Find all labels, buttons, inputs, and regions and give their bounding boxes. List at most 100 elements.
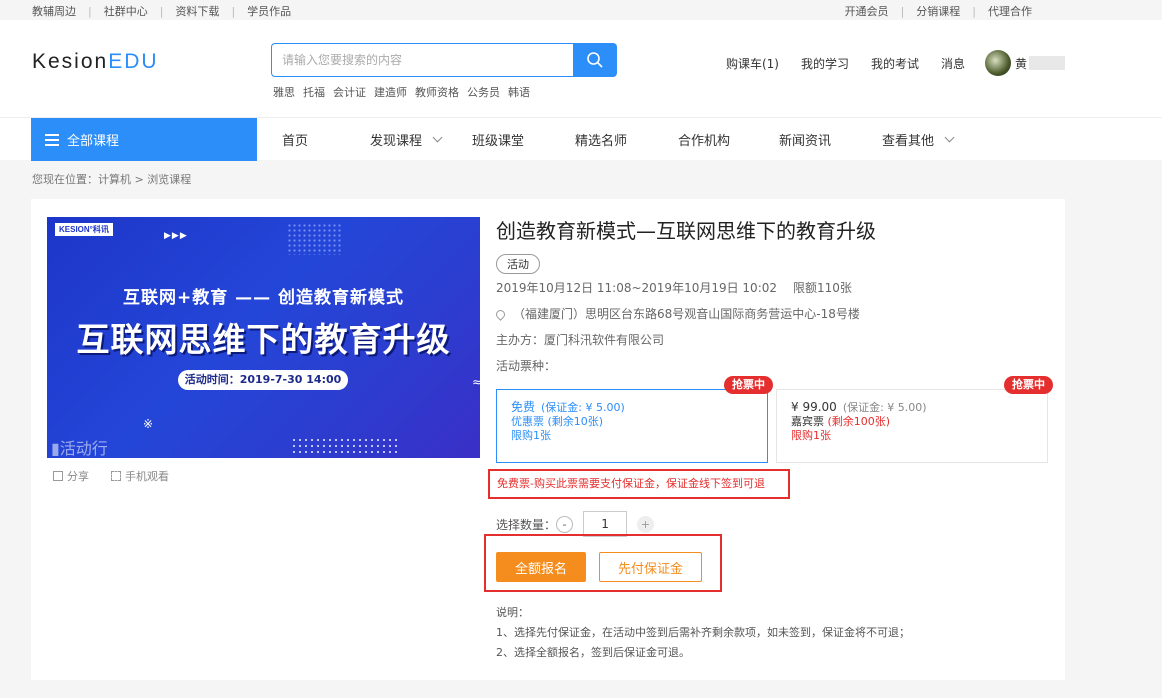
topbar-link-works[interactable]: 学员作品	[247, 3, 291, 19]
event-location: （福建厦门）思明区台东路68号观音山国际商务营运中心-18号楼	[513, 307, 860, 321]
hotword[interactable]: 托福	[303, 84, 325, 100]
search-button[interactable]	[573, 43, 617, 77]
username-redacted	[1029, 56, 1065, 70]
my-exams-link[interactable]: 我的考试	[871, 55, 919, 72]
hotword[interactable]: 教师资格	[415, 84, 459, 100]
ticket-kind: 嘉宾票	[791, 415, 824, 428]
hotword[interactable]: 建造师	[374, 84, 407, 100]
banner-subtitle: 互联网+教育 —— 创造教育新模式	[122, 288, 405, 308]
banner-watermark: ▮活动行	[51, 439, 108, 458]
hotword[interactable]: 会计证	[333, 84, 366, 100]
event-detail-card: KESION°科讯 ▶▶▶ 互联网+教育 —— 创造教育新模式 互联网思维下的教…	[31, 199, 1065, 680]
hotword[interactable]: 韩语	[508, 84, 530, 100]
decorative-dots	[287, 223, 343, 255]
messages-link[interactable]: 消息	[941, 55, 965, 72]
nav-links: 首页 发现课程 班级课堂 精选名师 合作机构 新闻资讯 查看其他	[282, 118, 955, 161]
ticket-status-badge: 抢票中	[724, 376, 773, 394]
all-courses-label: 全部课程	[67, 134, 120, 149]
cart-link[interactable]: 购课车(1)	[726, 55, 779, 72]
event-date-range: 2019年10月12日 11:08~2019年10月19日 10:02	[496, 281, 778, 295]
arrows-icon: ▶▶▶	[164, 231, 188, 241]
deposit-notice: 免费票-购买此票需要支付保证金，保证金线下签到可退	[488, 469, 790, 499]
ticket-remaining: (剩余10张)	[547, 415, 604, 428]
breadcrumb: 您现在位置：计算机 > 浏览课程	[32, 173, 192, 186]
ticket-kind: 优惠票	[511, 415, 544, 428]
event-organizer: 主办方：厦门科汛软件有限公司	[496, 333, 665, 347]
ticket-remaining: (剩余100张)	[827, 415, 891, 428]
all-courses-button[interactable]: 全部课程	[31, 118, 257, 161]
ticket-type-label: 活动票种：	[496, 359, 557, 373]
banner-headline: 互联网思维下的教育升级	[76, 320, 451, 359]
topbar-link-tutoring[interactable]: 教辅周边	[32, 3, 76, 19]
share-icon	[53, 471, 63, 481]
ticket-option-free[interactable]: 抢票中 免费 (保证金: ¥ 5.00) 优惠票 (剩余10张) 限购1张	[496, 376, 773, 463]
chevron-down-icon	[432, 132, 443, 143]
qrcode-icon	[111, 471, 121, 481]
search-icon	[587, 52, 603, 68]
topbar-link-agent[interactable]: 代理合作	[988, 3, 1032, 19]
divider: |	[900, 4, 905, 18]
event-tag: 活动	[496, 254, 540, 274]
ticket-price: ¥ 99.00	[791, 400, 837, 414]
search-bar	[271, 43, 617, 77]
quantity-label: 选择数量：	[496, 517, 557, 532]
user-nav: 购课车(1) 我的学习 我的考试 消息 黄	[704, 50, 1065, 76]
ticket-purchase-limit: 限购1张	[791, 429, 831, 442]
site-header: KesionEDU 雅思 托福 会计证 建造师 教师资格 公务员 韩语 购课车(…	[0, 20, 1162, 117]
description-line: 2、选择全额报名，签到后保证金可退。	[496, 646, 690, 659]
search-input[interactable]	[271, 43, 573, 77]
top-utility-bar: 教辅周边 | 社群中心 | 资料下载 | 学员作品 开通会员 | 分销课程 | …	[0, 0, 1162, 20]
main-navbar: 全部课程 首页 发现课程 班级课堂 精选名师 合作机构 新闻资讯 查看其他	[0, 117, 1162, 161]
hotword[interactable]: 雅思	[273, 84, 295, 100]
event-limit: 限额110张	[793, 281, 852, 295]
ticket-status-badge: 抢票中	[1004, 376, 1053, 394]
menu-icon	[45, 131, 59, 149]
chevron-down-icon	[944, 132, 955, 143]
decorative-star-icon: ※	[143, 417, 154, 431]
divider: |	[88, 4, 92, 18]
mobile-view-button[interactable]: 手机观看	[111, 468, 169, 484]
divider: |	[159, 4, 164, 18]
site-logo[interactable]: KesionEDU	[32, 50, 159, 74]
ticket-purchase-limit: 限购1张	[511, 429, 551, 442]
nav-class[interactable]: 班级课堂	[472, 130, 575, 149]
nav-home[interactable]: 首页	[282, 130, 370, 149]
share-button[interactable]: 分享	[53, 468, 89, 484]
quantity-increase-button[interactable]: +	[637, 515, 655, 533]
event-location-row: （福建厦门）思明区台东路68号观音山国际商务营运中心-18号楼	[494, 307, 1056, 321]
description-line: 1、选择先付保证金，在活动中签到后需补齐剩余款项，如未签到，保证金将不可退；	[496, 626, 910, 639]
quantity-decrease-button[interactable]: -	[556, 515, 574, 533]
share-bar: 分享 手机观看	[53, 468, 191, 484]
ticket-deposit: (保证金: ¥ 5.00)	[541, 401, 625, 414]
event-date-row: 2019年10月12日 11:08~2019年10月19日 10:02 限额110…	[496, 281, 1056, 295]
nav-news[interactable]: 新闻资讯	[779, 130, 882, 149]
banner-time: 活动时间：2019-7-30 14:00	[178, 370, 348, 390]
avatar[interactable]	[984, 50, 1011, 76]
event-title: 创造教育新模式—互联网思维下的教育升级	[496, 219, 876, 243]
nav-discover-courses[interactable]: 发现课程	[370, 130, 472, 149]
username[interactable]: 黄	[1015, 55, 1027, 72]
description: 说明： 1、选择先付保证金，在活动中签到后需补齐剩余款项，如未签到，保证金将不可…	[496, 603, 910, 663]
decorative-dots	[291, 437, 401, 455]
hot-search-words: 雅思 托福 会计证 建造师 教师资格 公务员 韩语	[273, 84, 538, 100]
event-info: 创造教育新模式—互联网思维下的教育升级 活动 2019年10月12日 11:08…	[494, 217, 1056, 373]
hotword[interactable]: 公务员	[467, 84, 500, 100]
pay-deposit-button[interactable]: 先付保证金	[599, 552, 702, 582]
description-heading: 说明：	[496, 606, 529, 619]
topbar-link-downloads[interactable]: 资料下载	[175, 3, 219, 19]
divider: |	[972, 4, 976, 18]
topbar-link-membership[interactable]: 开通会员	[845, 3, 889, 19]
ticket-option-guest[interactable]: 抢票中 ¥ 99.00 (保证金: ¥ 5.00) 嘉宾票 (剩余100张) 限购…	[776, 376, 1053, 463]
decorative-wave-icon: ≈	[471, 375, 480, 389]
topbar-link-community[interactable]: 社群中心	[104, 3, 148, 19]
topbar-link-distribution[interactable]: 分销课程	[916, 3, 960, 19]
nav-institutions[interactable]: 合作机构	[678, 130, 779, 149]
ticket-price: 免费	[511, 400, 536, 414]
my-learning-link[interactable]: 我的学习	[801, 55, 849, 72]
nav-teachers[interactable]: 精选名师	[575, 130, 678, 149]
full-registration-button[interactable]: 全额报名	[496, 552, 586, 582]
event-banner: KESION°科讯 ▶▶▶ 互联网+教育 —— 创造教育新模式 互联网思维下的教…	[47, 217, 480, 458]
divider: |	[231, 4, 236, 18]
nav-more[interactable]: 查看其他	[882, 130, 955, 149]
location-pin-icon	[494, 307, 507, 321]
